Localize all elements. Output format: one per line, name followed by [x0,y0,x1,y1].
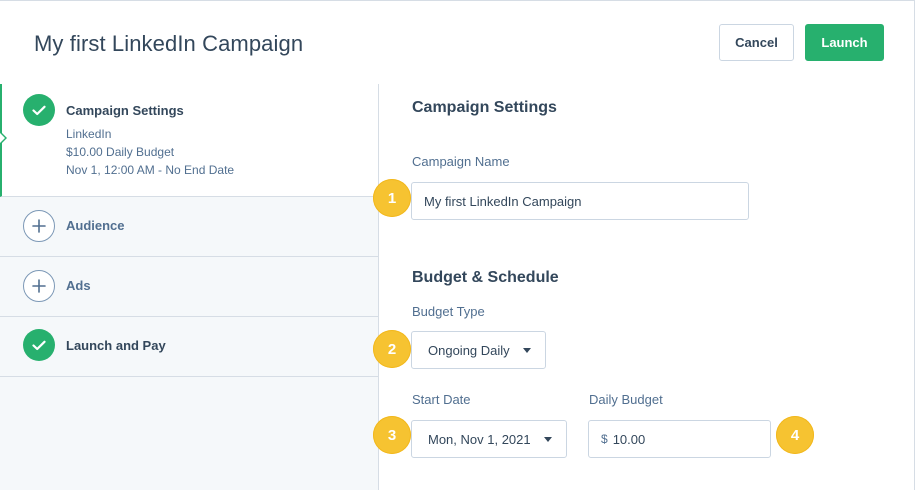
start-date-label: Start Date [412,392,471,407]
callout-badge-2: 2 [373,330,411,368]
callout-badge-1: 1 [373,179,411,217]
callout-badge-3: 3 [373,416,411,454]
campaign-name-label: Campaign Name [412,154,510,169]
step-detail-platform: LinkedIn [66,127,112,141]
campaign-name-input[interactable]: My first LinkedIn Campaign [411,182,749,220]
step-detail-budget: $10.00 Daily Budget [66,145,175,159]
check-icon [23,329,55,361]
start-date-dropdown[interactable]: Mon, Nov 1, 2021 [411,420,567,458]
budget-schedule-heading: Budget & Schedule [412,269,559,286]
sidebar-step-campaign-settings[interactable]: Campaign Settings LinkedIn $10.00 Daily … [0,84,378,197]
sidebar-step-label: Launch and Pay [66,338,166,353]
settings-panel: Campaign Settings Campaign Name My first… [379,84,914,490]
start-date-value: Mon, Nov 1, 2021 [428,431,531,447]
step-detail-schedule: Nov 1, 12:00 AM - No End Date [66,163,235,177]
cancel-button[interactable]: Cancel [719,24,794,61]
sidebar-step-label: Audience [66,218,125,233]
budget-type-dropdown[interactable]: Ongoing Daily [411,331,546,369]
launch-button[interactable]: Launch [805,24,884,61]
campaign-settings-heading: Campaign Settings [412,99,557,116]
caret-down-icon [523,348,531,353]
page-header: My first LinkedIn Campaign Cancel Launch [0,0,915,84]
daily-budget-value: 10.00 [612,431,646,447]
plus-icon [23,210,55,242]
check-icon [23,94,55,126]
sidebar-step-launch-and-pay[interactable]: Launch and Pay [0,317,378,377]
page-title: My first LinkedIn Campaign [34,31,304,56]
daily-budget-label: Daily Budget [589,392,663,407]
daily-budget-input[interactable]: $ 10.00 [588,420,771,458]
steps-sidebar: Campaign Settings LinkedIn $10.00 Daily … [0,84,379,490]
callout-badge-4: 4 [776,416,814,454]
budget-type-value: Ongoing Daily [428,342,510,358]
caret-down-icon [544,437,552,442]
budget-type-label: Budget Type [412,304,485,319]
currency-symbol: $ [601,432,608,446]
plus-icon [23,270,55,302]
sidebar-step-label: Campaign Settings [66,103,184,118]
sidebar-step-audience[interactable]: Audience [0,197,378,257]
sidebar-step-ads[interactable]: Ads [0,257,378,317]
sidebar-step-label: Ads [66,278,91,293]
